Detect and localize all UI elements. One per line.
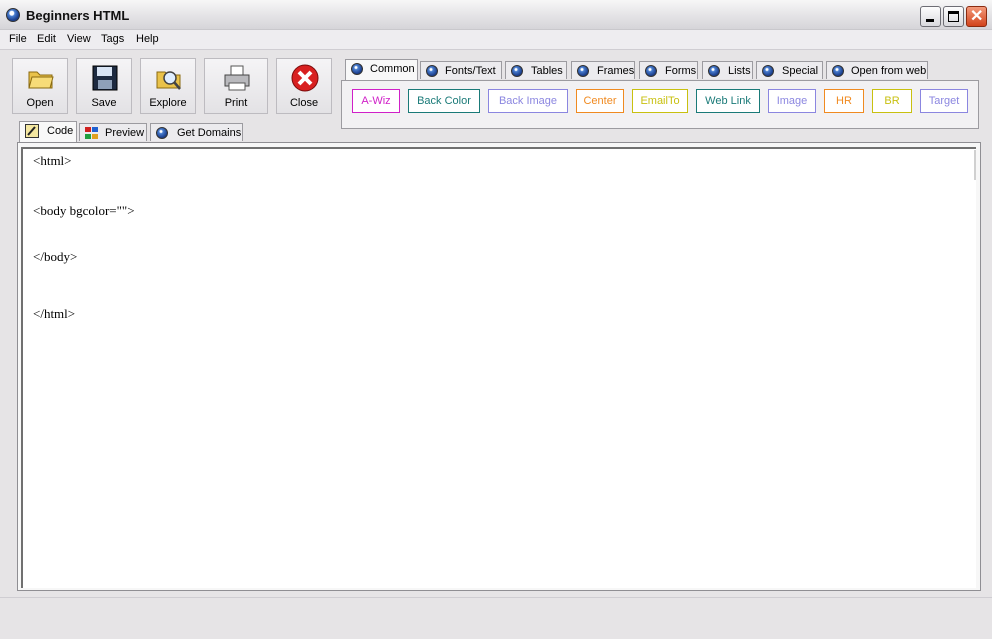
back-image-button[interactable]: Back Image bbox=[488, 89, 568, 113]
tab-code[interactable]: Code bbox=[19, 121, 77, 142]
tab-lists[interactable]: Lists bbox=[702, 61, 753, 79]
globe-icon bbox=[351, 63, 363, 75]
explore-button[interactable]: Explore bbox=[140, 58, 196, 114]
code-line: <body bgcolor=""> bbox=[33, 203, 135, 218]
menu-bar: File Edit View Tags Help bbox=[0, 30, 992, 50]
save-label: Save bbox=[91, 97, 117, 109]
preview-icon bbox=[85, 127, 98, 139]
hr-button[interactable]: HR bbox=[824, 89, 864, 113]
globe-icon bbox=[577, 65, 589, 77]
save-button[interactable]: Save bbox=[76, 58, 132, 114]
globe-icon bbox=[832, 65, 844, 77]
tab-common[interactable]: Common bbox=[345, 59, 418, 80]
close-icon: ✕ bbox=[970, 8, 984, 25]
close-window-button[interactable]: ✕ bbox=[966, 6, 987, 27]
explore-folder-icon bbox=[156, 71, 181, 90]
open-button[interactable]: Open bbox=[12, 58, 68, 114]
email-to-button[interactable]: EmailTo bbox=[632, 89, 688, 113]
minimize-button[interactable] bbox=[920, 6, 941, 27]
menu-help[interactable]: Help bbox=[136, 33, 159, 45]
code-line: </html> bbox=[33, 306, 76, 321]
app-globe-icon bbox=[6, 8, 20, 22]
globe-icon bbox=[156, 127, 168, 139]
print-button[interactable]: Print bbox=[204, 58, 268, 114]
code-line: <html> bbox=[33, 153, 72, 168]
image-button[interactable]: Image bbox=[768, 89, 816, 113]
close-button[interactable]: Close bbox=[276, 58, 332, 114]
code-editor[interactable]: <html> <body bgcolor=""> </body> </html> bbox=[21, 147, 976, 588]
menu-file[interactable]: File bbox=[9, 33, 27, 45]
folder-icon bbox=[28, 71, 54, 89]
print-label: Print bbox=[224, 97, 248, 109]
globe-icon bbox=[426, 65, 438, 77]
menu-view[interactable]: View bbox=[67, 33, 91, 45]
minimize-icon bbox=[926, 19, 934, 22]
globe-icon bbox=[511, 65, 523, 77]
scrollbar[interactable] bbox=[974, 150, 976, 180]
a-wiz-button[interactable]: A-Wiz bbox=[352, 89, 400, 113]
open-label: Open bbox=[26, 97, 54, 109]
close-label: Close bbox=[289, 97, 319, 109]
br-button[interactable]: BR bbox=[872, 89, 912, 113]
tab-forms[interactable]: Forms bbox=[639, 61, 698, 79]
center-button[interactable]: Center bbox=[576, 89, 624, 113]
code-line: </body> bbox=[33, 249, 78, 264]
globe-icon bbox=[708, 65, 720, 77]
tab-get-domains[interactable]: Get Domains bbox=[150, 123, 243, 141]
maximize-button[interactable] bbox=[943, 6, 964, 27]
menu-tags[interactable]: Tags bbox=[101, 33, 124, 45]
floppy-disk-icon bbox=[92, 65, 118, 91]
title-bar: Beginners HTML ✕ bbox=[0, 0, 992, 30]
globe-icon bbox=[762, 65, 774, 77]
close-circle-icon bbox=[291, 64, 319, 92]
maximize-icon bbox=[948, 11, 959, 22]
tab-fonts-text[interactable]: Fonts/Text bbox=[420, 61, 502, 79]
tab-special[interactable]: Special bbox=[756, 61, 823, 79]
tab-frames[interactable]: Frames bbox=[571, 61, 635, 79]
printer-icon bbox=[224, 65, 250, 91]
menu-edit[interactable]: Edit bbox=[37, 33, 56, 45]
explore-label: Explore bbox=[149, 97, 187, 109]
tab-preview[interactable]: Preview bbox=[79, 123, 147, 141]
tab-tables[interactable]: Tables bbox=[505, 61, 567, 79]
pencil-icon bbox=[25, 124, 39, 138]
globe-icon bbox=[645, 65, 657, 77]
window-title: Beginners HTML bbox=[26, 8, 130, 23]
web-link-button[interactable]: Web Link bbox=[696, 89, 760, 113]
tab-open-from-web[interactable]: Open from web bbox=[826, 61, 928, 79]
back-color-button[interactable]: Back Color bbox=[408, 89, 480, 113]
status-bar bbox=[0, 597, 992, 639]
target-button[interactable]: Target bbox=[920, 89, 968, 113]
